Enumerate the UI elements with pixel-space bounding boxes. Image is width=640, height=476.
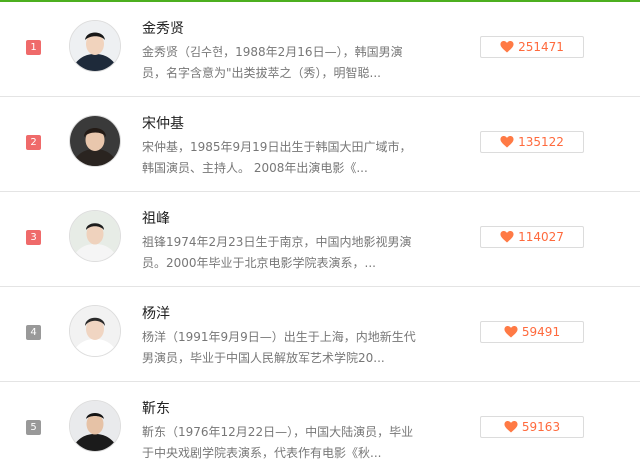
vote-button[interactable]: 59163 <box>480 416 584 438</box>
description-line: 杨洋（1991年9月9日—）出生于上海，内地新生代 <box>142 330 416 344</box>
vote-button[interactable]: 114027 <box>480 226 584 248</box>
avatar[interactable] <box>69 115 121 167</box>
rank-badge: 2 <box>26 135 41 150</box>
vote-button[interactable]: 59491 <box>480 321 584 343</box>
rank-badge: 4 <box>26 325 41 340</box>
star-name[interactable]: 祖峰 <box>142 208 170 228</box>
star-name[interactable]: 金秀贤 <box>142 18 184 38</box>
rank-badge: 1 <box>26 40 41 55</box>
description-line: 祖锋1974年2月23日生于南京，中国内地影视男演 <box>142 235 412 249</box>
rank-badge: 5 <box>26 420 41 435</box>
star-description: 金秀贤（김수현，1988年2月16日—），韩国男演 员，名字含意为"出类拔萃之（… <box>142 42 424 84</box>
description-line: 靳东（1976年12月22日—），中国大陆演员，毕业 <box>142 425 414 439</box>
star-description: 杨洋（1991年9月9日—）出生于上海，内地新生代 男演员，毕业于中国人民解放军… <box>142 327 424 369</box>
list-item: 4 杨洋 杨洋（1991年9月9日—）出生于上海，内地新生代 男演员，毕业于中国… <box>0 287 640 382</box>
heart-icon <box>504 326 518 338</box>
heart-icon <box>500 231 514 243</box>
description-line: 员，名字含意为"出类拔萃之（秀），明智聪... <box>142 66 381 80</box>
list-item: 2 宋仲基 宋仲基，1985年9月19日出生于韩国大田广域市， 韩国演员、主持人… <box>0 97 640 192</box>
star-ranking-list: 1 金秀贤 金秀贤（김수현，1988年2月16日—），韩国男演 员，名字含意为"… <box>0 2 640 476</box>
avatar[interactable] <box>69 20 121 72</box>
description-line: 金秀贤（김수현，1988年2月16日—），韩国男演 <box>142 45 403 59</box>
vote-count: 59163 <box>521 420 561 434</box>
star-name[interactable]: 宋仲基 <box>142 113 184 133</box>
vote-button[interactable]: 251471 <box>480 36 584 58</box>
star-description: 靳东（1976年12月22日—），中国大陆演员，毕业 于中央戏剧学院表演系，代表… <box>142 422 424 464</box>
star-name[interactable]: 杨洋 <box>142 303 170 323</box>
vote-count: 59491 <box>521 325 561 339</box>
list-item: 3 祖峰 祖锋1974年2月23日生于南京，中国内地影视男演 员。2000年毕业… <box>0 192 640 287</box>
star-description: 祖锋1974年2月23日生于南京，中国内地影视男演 员。2000年毕业于北京电影… <box>142 232 424 274</box>
vote-count: 251471 <box>518 40 564 54</box>
avatar[interactable] <box>69 305 121 357</box>
rank-badge: 3 <box>26 230 41 245</box>
ranking-page: 1 金秀贤 金秀贤（김수현，1988年2月16日—），韩国男演 员，名字含意为"… <box>0 0 640 476</box>
heart-icon <box>500 136 514 148</box>
star-name[interactable]: 靳东 <box>142 398 170 418</box>
description-line: 员。2000年毕业于北京电影学院表演系，... <box>142 256 376 270</box>
avatar[interactable] <box>69 400 121 452</box>
avatar[interactable] <box>69 210 121 262</box>
heart-icon <box>500 41 514 53</box>
description-line: 男演员，毕业于中国人民解放军艺术学院20... <box>142 351 385 365</box>
vote-count: 135122 <box>518 135 564 149</box>
heart-icon <box>504 421 518 433</box>
vote-button[interactable]: 135122 <box>480 131 584 153</box>
list-item: 1 金秀贤 金秀贤（김수현，1988年2月16日—），韩国男演 员，名字含意为"… <box>0 2 640 97</box>
list-item: 5 靳东 靳东（1976年12月22日—），中国大陆演员，毕业 于中央戏剧学院表… <box>0 382 640 476</box>
star-description: 宋仲基，1985年9月19日出生于韩国大田广域市， 韩国演员、主持人。 2008… <box>142 137 424 179</box>
vote-count: 114027 <box>518 230 564 244</box>
description-line: 宋仲基，1985年9月19日出生于韩国大田广域市， <box>142 140 412 154</box>
description-line: 于中央戏剧学院表演系，代表作有电影《秋... <box>142 446 382 460</box>
description-line: 韩国演员、主持人。 2008年出演电影《... <box>142 161 368 175</box>
